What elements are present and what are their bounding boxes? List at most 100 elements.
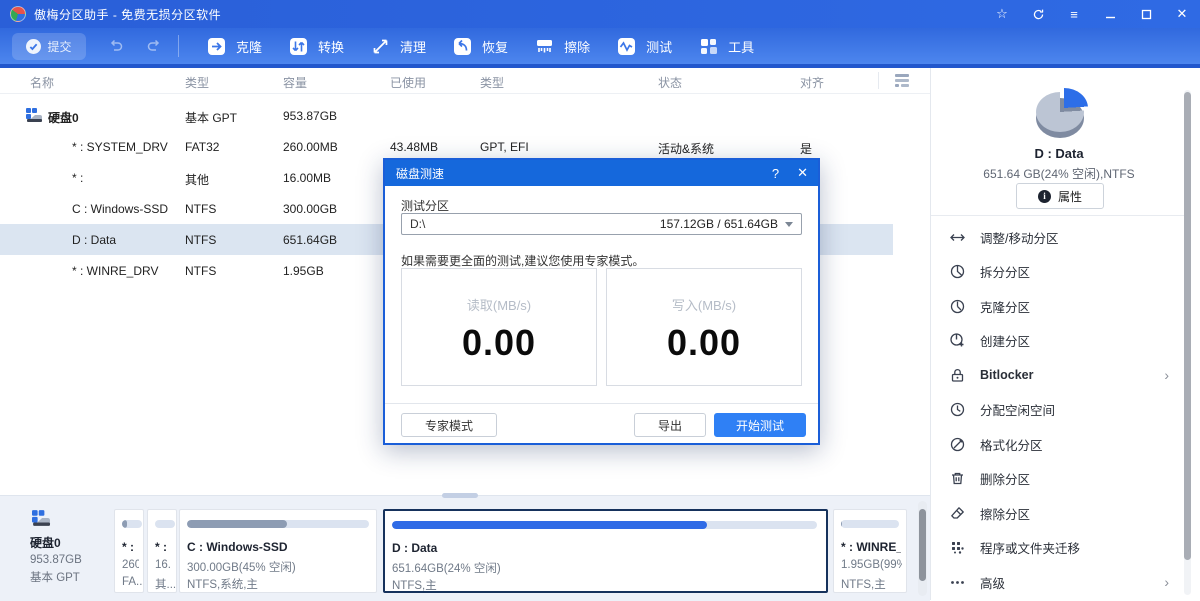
disk-block-d-data-selected[interactable]: D : Data 651.64GB(24% 空闲) NTFS,主 (383, 509, 828, 593)
bottom-panel-scrollbar[interactable] (918, 501, 927, 596)
partition-select-value: D:\ (410, 217, 425, 231)
row-type: NTFS (185, 264, 216, 278)
dialog-help-icon[interactable]: ? (772, 166, 779, 181)
undo-button[interactable] (108, 37, 124, 56)
info-icon: i (1038, 190, 1051, 203)
submit-button[interactable]: 提交 (12, 33, 86, 60)
sidebar-item-app-migration[interactable]: 程序或文件夹迁移 (931, 531, 1185, 566)
toolbar-convert-button[interactable]: 转换 (288, 36, 344, 57)
panel-resize-handle[interactable] (442, 493, 478, 498)
disk-block-reserved[interactable]: * : 16.... 其... (147, 509, 177, 593)
clone-partition-icon (949, 298, 966, 315)
header-aligned[interactable]: 对齐 (800, 74, 824, 91)
row-capacity: 651.64GB (283, 233, 337, 247)
sidebar-item-allocate-space[interactable]: 分配空闲空间 (931, 393, 1185, 428)
sidebar-scrollbar[interactable] (1184, 90, 1191, 595)
list-view-icon[interactable] (893, 72, 911, 88)
toolbar-clone-button[interactable]: 克隆 (206, 36, 262, 57)
properties-label: 属性 (1058, 188, 1082, 205)
row-name: D : Data (72, 233, 116, 247)
write-speed-label: 写入(MB/s) (607, 295, 801, 314)
header-divider (878, 72, 879, 89)
properties-button[interactable]: i 属性 (1016, 183, 1104, 209)
write-speed-panel: 写入(MB/s) 0.00 (606, 268, 802, 386)
sidebar-item-advanced[interactable]: 高级 › (931, 565, 1185, 600)
partition-select[interactable]: D:\ 157.12GB / 651.64GB (401, 213, 802, 235)
header-capacity[interactable]: 容量 (283, 74, 307, 91)
block-name: * : ... (122, 540, 138, 554)
disk-block-c-windows-ssd[interactable]: C : Windows-SSD 300.00GB(45% 空闲) NTFS,系统… (179, 509, 377, 593)
start-test-button[interactable]: 开始测试 (714, 413, 806, 437)
split-partition-icon (949, 263, 966, 280)
export-button[interactable]: 导出 (634, 413, 706, 437)
submit-label: 提交 (47, 38, 71, 55)
toolbar: 提交 克隆 转换 清理 (0, 28, 1200, 64)
row-type: NTFS (185, 233, 216, 247)
hard-disk-icon (25, 107, 43, 123)
clone-icon (206, 36, 227, 57)
disk-block-system-drv[interactable]: * : ... 260... FA... (114, 509, 144, 593)
disk-type: 基本 GPT (30, 569, 82, 585)
toolbar-recover-button[interactable]: 恢复 (452, 36, 508, 57)
sidebar-item-split-partition[interactable]: 拆分分区 (931, 255, 1185, 290)
header-fs-type[interactable]: 类型 (480, 74, 504, 91)
table-row-disk0[interactable]: 硬盘0 基本 GPT 953.87GB (0, 100, 893, 131)
dialog-titlebar[interactable]: 磁盘测速 ? ✕ (385, 160, 818, 186)
row-capacity: 953.87GB (283, 109, 337, 123)
table-header: 名称 类型 容量 已使用 类型 状态 对齐 (0, 68, 930, 94)
sync-icon[interactable] (1030, 6, 1046, 22)
expert-mode-button[interactable]: 专家模式 (401, 413, 497, 437)
erase-icon (534, 36, 555, 57)
sidebar-item-wipe-partition[interactable]: 擦除分区 (931, 496, 1185, 531)
minimize-button[interactable] (1102, 6, 1118, 22)
block-name: D : Data (392, 541, 821, 555)
block-size: 1.95GB(99%... (841, 559, 902, 571)
favorite-star-icon[interactable]: ☆ (994, 6, 1010, 22)
maximize-button[interactable] (1138, 6, 1154, 22)
toolbar-clean-button[interactable]: 清理 (370, 36, 426, 57)
disk-block-winre-drv[interactable]: * : WINRE_... 1.95GB(99%... NTFS,主 (833, 509, 907, 593)
sidebar-item-bitlocker[interactable]: Bitlocker › (931, 358, 1185, 393)
tools-label: 工具 (728, 37, 754, 56)
row-capacity: 300.00GB (283, 202, 337, 216)
header-type[interactable]: 类型 (185, 74, 209, 91)
row-name: * : SYSTEM_DRV (72, 140, 168, 154)
sidebar-item-clone-partition[interactable]: 克隆分区 (931, 289, 1185, 324)
toolbar-test-button[interactable]: 测试 (616, 36, 672, 57)
dialog-close-button[interactable]: ✕ (797, 165, 808, 181)
wipe-partition-icon (949, 505, 966, 522)
row-name: * : (72, 171, 83, 185)
header-name[interactable]: 名称 (30, 74, 54, 91)
close-button[interactable]: ✕ (1174, 6, 1190, 22)
header-used[interactable]: 已使用 (390, 74, 426, 91)
usage-bar (392, 521, 817, 529)
row-type: FAT32 (185, 140, 219, 154)
sidebar-scrollbar-thumb[interactable] (1184, 92, 1191, 560)
partition-assistant-window: 傲梅分区助手 - 免费无损分区软件 ☆ ≡ ✕ 提交 (0, 0, 1200, 600)
chevron-right-icon: › (1164, 367, 1169, 383)
sidebar-item-create-partition[interactable]: 创建分区 (931, 324, 1185, 359)
check-icon (26, 39, 41, 54)
toolbar-erase-button[interactable]: 擦除 (534, 36, 590, 57)
redo-button[interactable] (146, 37, 162, 56)
sidebar-partition-info: 651.64 GB(24% 空闲),NTFS (931, 165, 1187, 182)
block-fs: 其... (155, 576, 176, 592)
row-type: 基本 GPT (185, 109, 237, 126)
menu-icon[interactable]: ≡ (1066, 6, 1082, 22)
row-name: 硬盘0 (48, 109, 79, 126)
recover-label: 恢复 (482, 37, 508, 56)
toolbar-tools-button[interactable]: 工具 (698, 36, 754, 57)
sidebar-item-delete-partition[interactable]: 删除分区 (931, 462, 1185, 497)
disk-info[interactable]: 硬盘0 953.87GB 基本 GPT (30, 509, 82, 585)
dialog-title: 磁盘测速 (396, 165, 444, 182)
bottom-panel-scrollbar-thumb[interactable] (919, 509, 926, 581)
header-status[interactable]: 状态 (658, 74, 682, 91)
disk-speed-test-dialog: 磁盘测速 ? ✕ 测试分区 D:\ 157.12GB / 651.64GB 如果… (383, 158, 820, 445)
disk-size: 953.87GB (30, 554, 82, 566)
sidebar-item-format-partition[interactable]: 格式化分区 (931, 427, 1185, 462)
usage-bar (187, 520, 369, 528)
row-type: NTFS (185, 202, 216, 216)
convert-icon (288, 36, 309, 57)
sidebar-item-resize-move[interactable]: 调整/移动分区 (931, 220, 1185, 255)
partition-select-detail: 157.12GB / 651.64GB (660, 217, 778, 231)
